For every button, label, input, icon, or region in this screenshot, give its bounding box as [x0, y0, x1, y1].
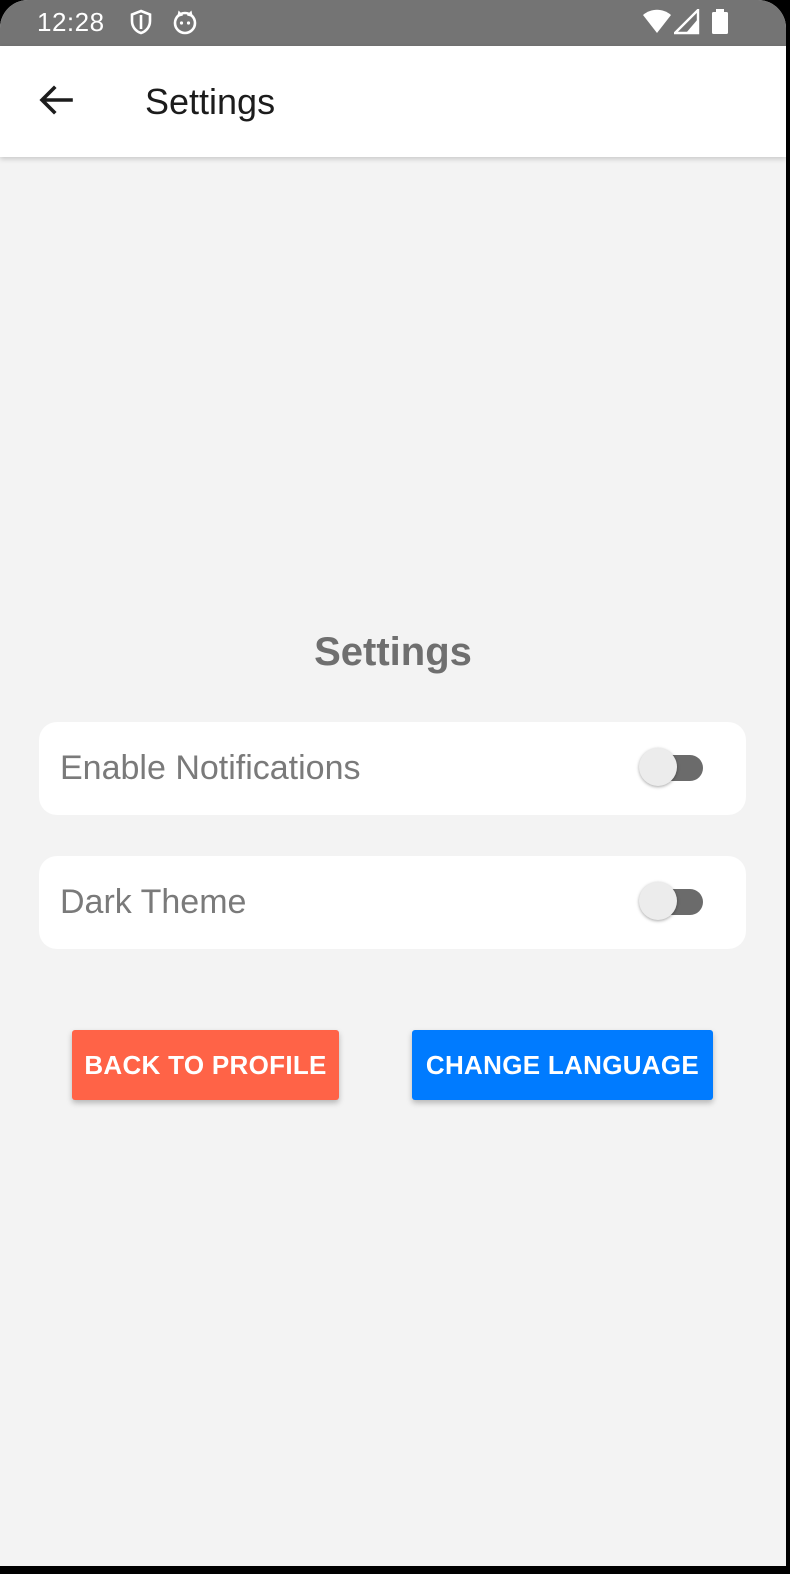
- status-time: 12:28: [37, 7, 105, 37]
- toggle-thumb: [639, 748, 677, 786]
- app-screen: 12:28 Settings Settings Enable Notificat…: [0, 0, 786, 1566]
- app-bar: Settings: [0, 46, 786, 157]
- setting-label-notifications: Enable Notifications: [60, 749, 361, 787]
- back-to-profile-button[interactable]: BACK TO PROFILE: [72, 1030, 339, 1100]
- bottom-edge: [0, 1566, 790, 1574]
- page-heading: Settings: [314, 630, 472, 674]
- signal-icon: [672, 7, 700, 35]
- arrow-back-icon: [38, 82, 74, 123]
- status-bar: 12:28: [0, 0, 786, 46]
- notifications-toggle[interactable]: [639, 748, 705, 788]
- change-language-button[interactable]: CHANGE LANGUAGE: [412, 1030, 713, 1100]
- cat-icon: [172, 9, 198, 35]
- wifi-icon: [642, 9, 672, 35]
- setting-label-dark-theme: Dark Theme: [60, 883, 247, 921]
- setting-row-notifications: Enable Notifications: [39, 722, 746, 815]
- battery-icon: [710, 9, 730, 35]
- app-bar-title: Settings: [145, 81, 276, 122]
- back-button[interactable]: [30, 76, 82, 128]
- setting-row-dark-theme: Dark Theme: [39, 856, 746, 949]
- toggle-thumb: [639, 882, 677, 920]
- shield-icon: [128, 9, 154, 35]
- dark-theme-toggle[interactable]: [639, 882, 705, 922]
